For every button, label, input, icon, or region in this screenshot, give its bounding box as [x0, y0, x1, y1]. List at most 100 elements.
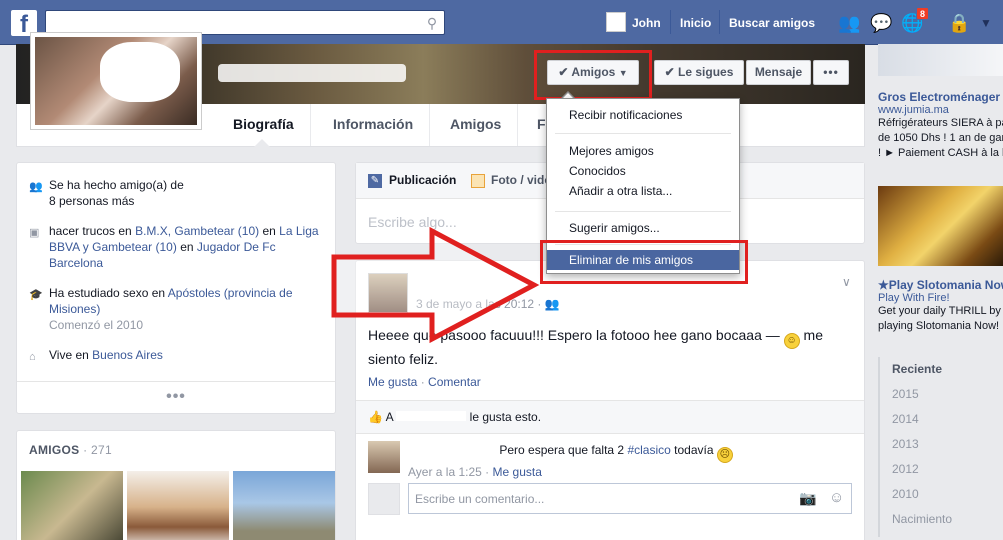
- intro-education-text: Ha estudiado sexo en: [49, 286, 166, 300]
- comment-like-link[interactable]: Me gusta: [493, 465, 542, 479]
- liker-name-redacted: [396, 411, 467, 421]
- search-icon[interactable]: ⚲: [423, 14, 441, 32]
- comment-input-placeholder: Escribe un comentario...: [415, 492, 545, 506]
- friends-box-title[interactable]: AMIGOS: [29, 443, 79, 457]
- ad-image[interactable]: [878, 44, 1003, 76]
- post-actions: Me gusta · Comentar: [368, 375, 481, 389]
- avatar: [368, 483, 400, 515]
- friends-count: · 271: [83, 443, 112, 457]
- timeline-year-nav: Reciente 2015 2014 2013 2012 2010 Nacimi…: [878, 357, 1003, 537]
- comment-text: Pero espera que falta 2: [499, 443, 625, 457]
- menu-item-add-to-list[interactable]: Añadir a otra lista...: [569, 181, 672, 201]
- ad-title[interactable]: Gros Electroménager -: [878, 90, 1003, 104]
- friend-thumbnail[interactable]: [21, 471, 123, 540]
- likes-text: 👍 A le gusta esto.: [368, 410, 541, 424]
- comment: Pero espera que falta 2 #clasico todavía…: [408, 441, 848, 481]
- ad-body-line: ! ► Paiement CASH à la liv: [878, 147, 1003, 159]
- nav-divider: [670, 10, 671, 34]
- friend-thumbnail[interactable]: [233, 471, 335, 540]
- menu-item-acquaintances[interactable]: Conocidos: [569, 161, 626, 181]
- intro-location: ⌂ Vive en Buenos Aires: [29, 347, 325, 363]
- nav-profile-link[interactable]: John: [632, 14, 661, 32]
- nav-find-friends-link[interactable]: Buscar amigos: [729, 14, 815, 32]
- hashtag-link[interactable]: #clasico: [627, 443, 670, 457]
- intro-friends-since: 👥 Se ha hecho amigo(a) de 8 personas más: [29, 177, 325, 209]
- ad-slotomania: ★Play Slotomania Now Play With Fire! Get…: [878, 278, 1003, 334]
- year-link-2012[interactable]: 2012: [892, 457, 919, 482]
- menu-item-suggest-friends[interactable]: Sugerir amigos...: [569, 218, 660, 238]
- intro-likes-en: en: [180, 240, 194, 254]
- nav-home-link[interactable]: Inicio: [680, 14, 711, 32]
- commenter-name-redacted: [408, 444, 496, 454]
- likes-prefix[interactable]: A: [386, 410, 393, 424]
- emoticon-icon[interactable]: ☺: [829, 489, 844, 506]
- tab-post[interactable]: Publicación: [389, 173, 456, 187]
- menu-divider: [555, 133, 731, 134]
- tab-about[interactable]: Información: [317, 104, 431, 146]
- friend-requests-icon[interactable]: 👥: [838, 12, 860, 34]
- intro-more-button[interactable]: •••: [17, 381, 335, 414]
- smiley-icon: ☹: [716, 447, 733, 463]
- photo-icon: [471, 174, 485, 188]
- thumbs-up-icon: 👍: [368, 410, 383, 424]
- menu-item-get-notifications[interactable]: Recibir notificaciones: [569, 105, 682, 125]
- smiley-icon: ☺: [783, 333, 800, 349]
- messages-icon[interactable]: 💬: [870, 12, 892, 34]
- friends-box: AMIGOS · 271: [16, 430, 336, 540]
- intro-education: 🎓 Ha estudiado sexo en Apóstoles (provin…: [29, 285, 325, 333]
- avatar[interactable]: [606, 12, 626, 32]
- annotation-arrow-icon: [331, 226, 540, 344]
- comment-link[interactable]: Comentar: [428, 375, 481, 389]
- ad-body-line: Get your daily THRILL by: [878, 305, 1001, 317]
- more-options-button[interactable]: •••: [813, 60, 849, 85]
- friends-icon: 👥: [29, 181, 43, 193]
- intro-likes-en: en: [118, 224, 132, 238]
- intro-friends-since-text: Se ha hecho amigo(a) de: [49, 178, 184, 192]
- friends-box-header: AMIGOS · 271: [29, 443, 112, 457]
- ad-body-line: playing Slotomania Now!: [878, 320, 1000, 332]
- home-icon: ⌂: [29, 351, 36, 363]
- intro-education-since: Comenzó el 2010: [49, 318, 144, 332]
- account-menu-chevron-down-icon[interactable]: ▼: [975, 12, 997, 34]
- friend-thumbnail[interactable]: [127, 471, 229, 540]
- ad-image[interactable]: [878, 186, 1003, 266]
- active-tab-indicator: [254, 139, 270, 147]
- year-link-2013[interactable]: 2013: [892, 432, 919, 457]
- like-link[interactable]: Me gusta: [368, 375, 417, 389]
- intro-likes-text: hacer trucos: [49, 224, 116, 238]
- tab-photo-video[interactable]: Foto / vide: [491, 173, 551, 187]
- year-link-born[interactable]: Nacimiento: [892, 507, 952, 532]
- chevron-down-icon[interactable]: ∨: [842, 275, 851, 289]
- intro-friends-since-tail: 8 personas más: [49, 194, 135, 208]
- check-icon: ✔: [664, 65, 675, 79]
- intro-likes-en: en: [262, 224, 276, 238]
- profile-picture-redaction: [100, 42, 180, 102]
- camera-icon[interactable]: 📷: [799, 490, 816, 507]
- comment-text-tail: todavía: [674, 443, 714, 457]
- page-link-bmx[interactable]: B.M.X, Gambetear (10): [135, 224, 259, 238]
- year-link-2015[interactable]: 2015: [892, 382, 919, 407]
- ad-subtitle[interactable]: Play With Fire!: [878, 292, 1003, 304]
- pencil-icon: ✎: [368, 174, 382, 188]
- audience-friends-icon[interactable]: 👥: [545, 297, 560, 311]
- year-link-recent[interactable]: Reciente: [892, 357, 942, 382]
- comment-timestamp[interactable]: Ayer a la 1:25 ·: [408, 465, 489, 479]
- year-link-2014[interactable]: 2014: [892, 407, 919, 432]
- likes-suffix: le gusta esto.: [469, 410, 542, 424]
- avatar[interactable]: [368, 441, 400, 473]
- message-button[interactable]: Mensaje: [746, 60, 811, 85]
- privacy-shortcuts-icon[interactable]: 🔒: [948, 12, 970, 34]
- menu-item-close-friends[interactable]: Mejores amigos: [569, 141, 654, 161]
- tab-friends[interactable]: Amigos: [434, 104, 519, 146]
- following-button-label: Le sigues: [678, 65, 734, 79]
- following-button[interactable]: ✔ Le sigues: [654, 60, 744, 85]
- likes-summary: 👍 A le gusta esto.: [356, 400, 864, 434]
- intro-box: 👥 Se ha hecho amigo(a) de 8 personas más …: [16, 162, 336, 414]
- menu-divider: [555, 211, 731, 212]
- ad-url[interactable]: www.jumia.ma: [878, 104, 1003, 116]
- briefcase-icon: ▣: [29, 227, 40, 239]
- comment-input[interactable]: Escribe un comentario... 📷 ☺: [408, 483, 852, 514]
- ad-title[interactable]: ★Play Slotomania Now: [878, 278, 1003, 292]
- location-link[interactable]: Buenos Aires: [92, 348, 163, 362]
- year-link-2010[interactable]: 2010: [892, 482, 919, 507]
